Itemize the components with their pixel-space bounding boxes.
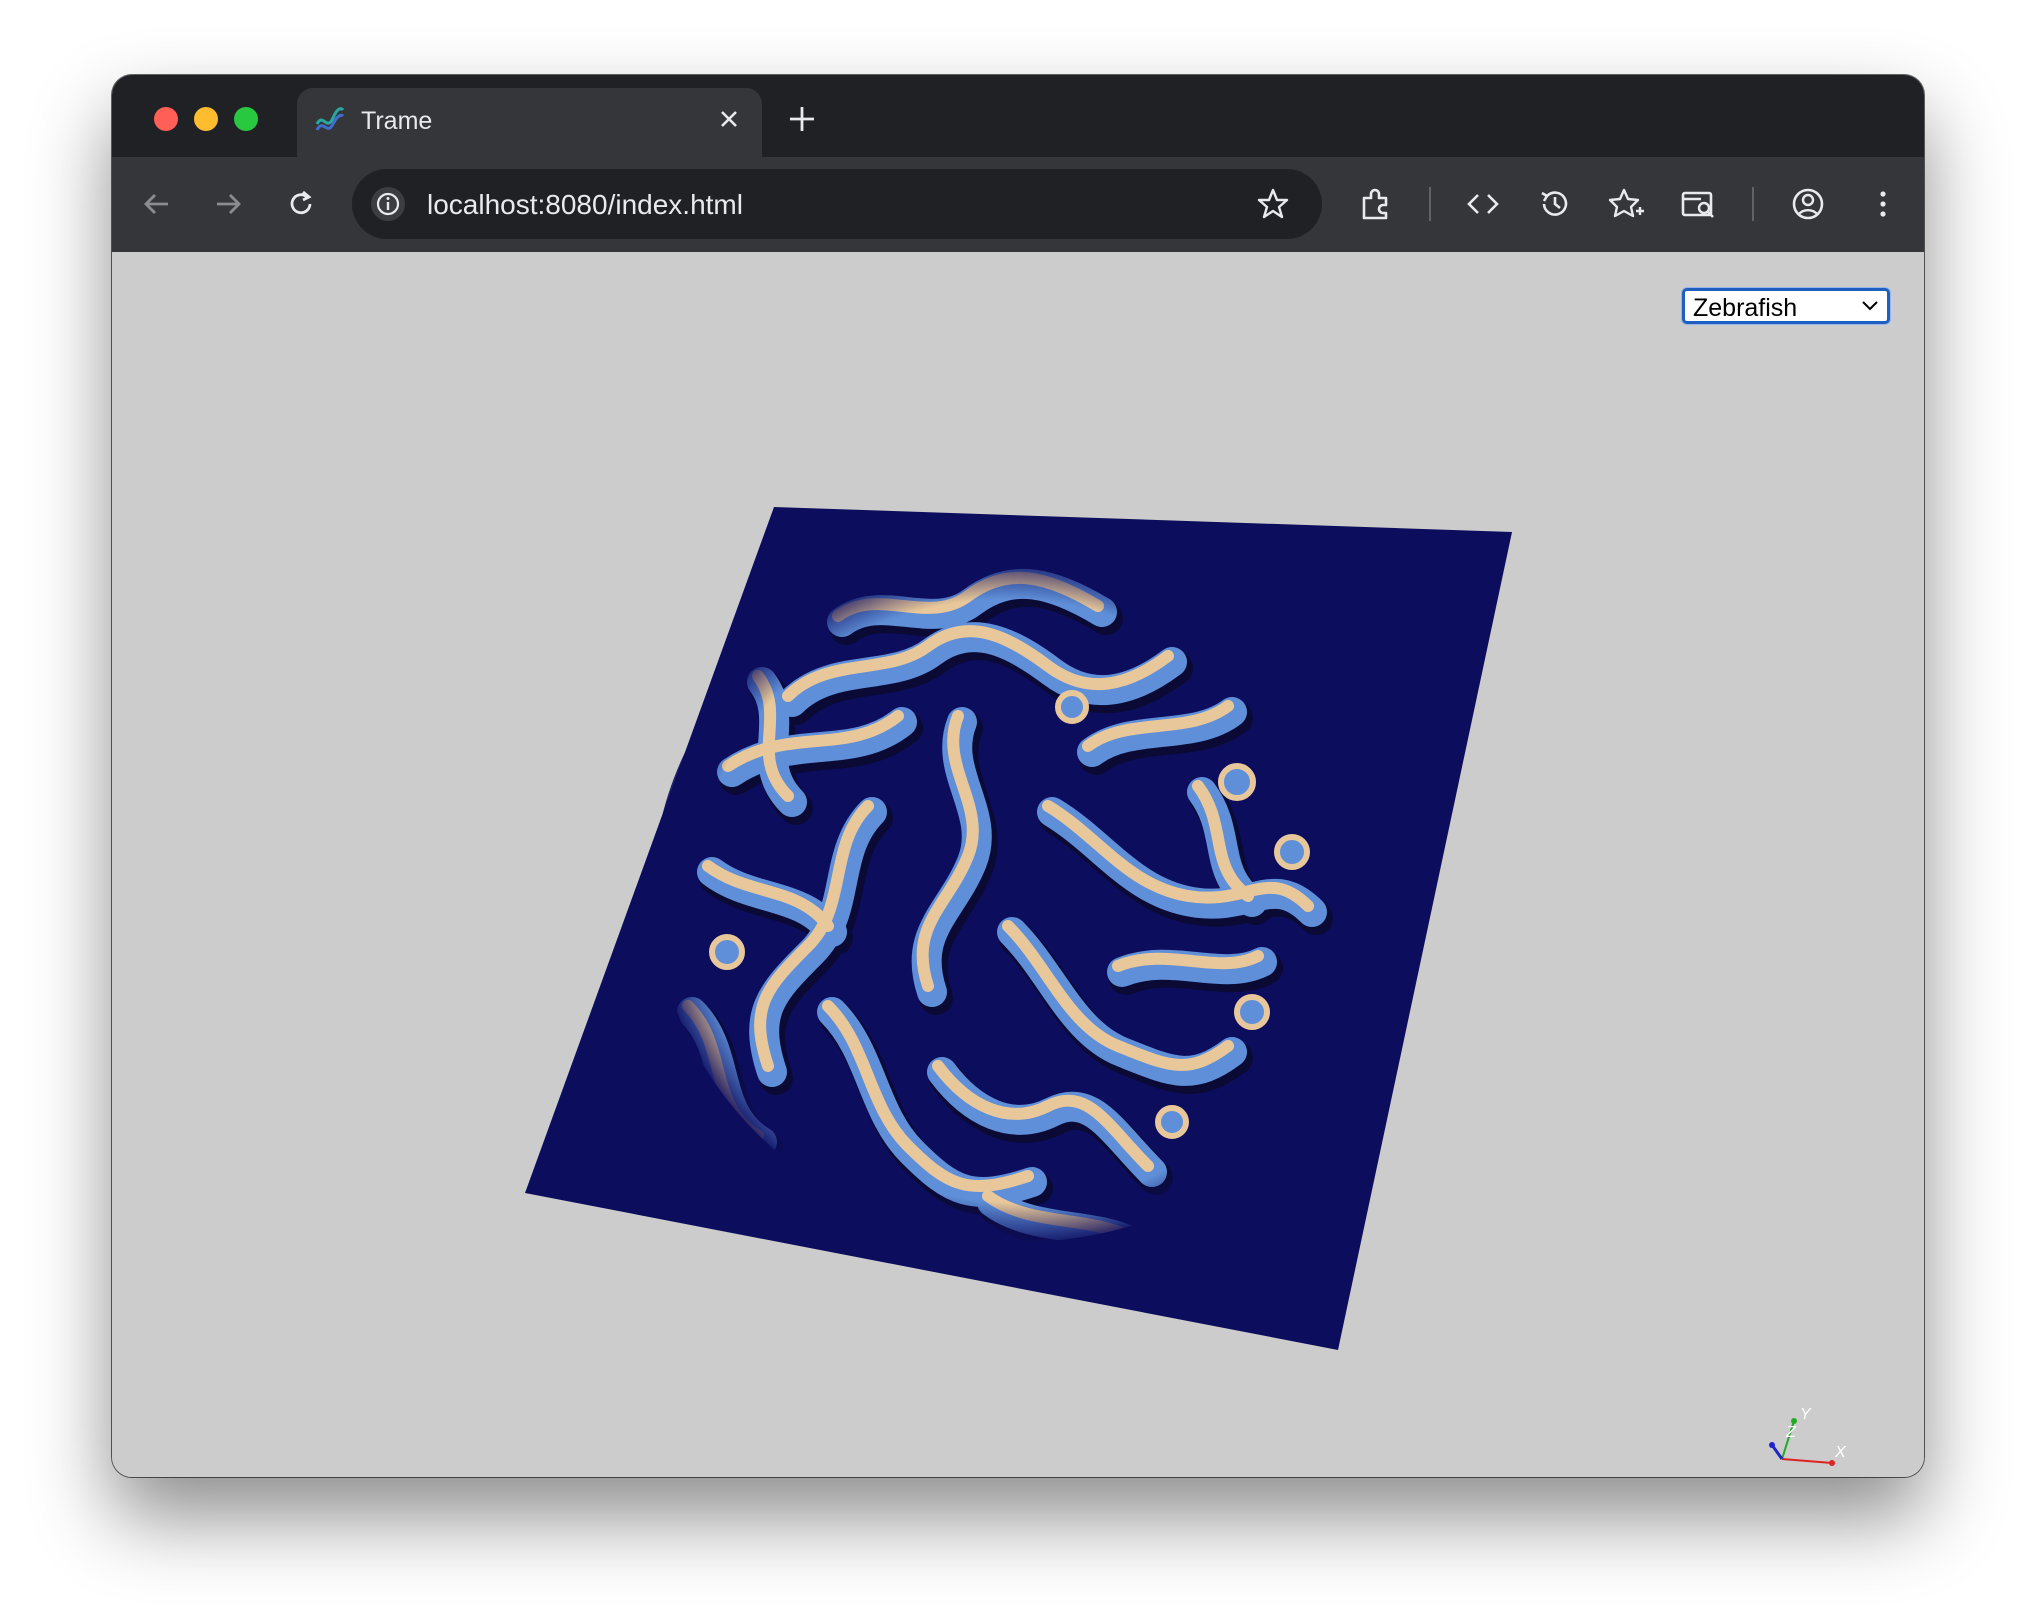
browser-toolbar: localhost:8080/index.html	[112, 157, 1924, 253]
address-bar[interactable]: localhost:8080/index.html	[352, 169, 1322, 239]
z-axis-label: Z	[1785, 1424, 1797, 1441]
turing-pattern-render[interactable]	[112, 252, 1924, 1477]
tab-search-icon[interactable]	[1679, 185, 1717, 223]
trame-logo-icon	[315, 107, 345, 131]
orientation-axes-widget: X Y Z	[1769, 1406, 1847, 1466]
extensions-icon[interactable]	[1357, 185, 1395, 223]
chevron-down-icon	[1862, 301, 1878, 311]
menu-icon[interactable]	[1864, 185, 1902, 223]
z-axis-tip	[1769, 1442, 1775, 1448]
reload-icon[interactable]	[282, 185, 320, 223]
x-axis-line	[1781, 1458, 1833, 1464]
preset-select-value: Zebrafish	[1693, 294, 1798, 322]
devtools-icon[interactable]	[1464, 185, 1502, 223]
toolbar-separator	[1429, 187, 1431, 221]
preset-select[interactable]: Zebrafish	[1682, 288, 1890, 324]
history-icon[interactable]	[1536, 185, 1574, 223]
back-icon[interactable]	[138, 185, 176, 223]
toolbar-separator	[1752, 187, 1754, 221]
url-text: localhost:8080/index.html	[427, 189, 743, 220]
maximize-window-button[interactable]	[234, 107, 258, 131]
x-axis-label: X	[1834, 1444, 1847, 1461]
bookmarks-icon[interactable]	[1607, 185, 1645, 223]
close-window-button[interactable]	[154, 107, 178, 131]
site-info-icon[interactable]	[370, 186, 406, 222]
bookmark-star-icon[interactable]	[1254, 185, 1292, 223]
minimize-window-button[interactable]	[194, 107, 218, 131]
tab-title: Trame	[361, 107, 433, 135]
y-axis-label: Y	[1800, 1406, 1812, 1423]
close-tab-icon[interactable]	[714, 104, 744, 134]
browser-window: Trame localhost:8080/index.html Zebrafis…	[112, 75, 1924, 1477]
tab-trame[interactable]: Trame	[297, 88, 762, 157]
new-tab-icon[interactable]	[784, 101, 820, 137]
tab-strip: Trame	[112, 75, 1924, 157]
page-content: Zebrafish X Y Z	[112, 252, 1924, 1477]
profile-icon[interactable]	[1789, 185, 1827, 223]
forward-icon[interactable]	[209, 185, 247, 223]
